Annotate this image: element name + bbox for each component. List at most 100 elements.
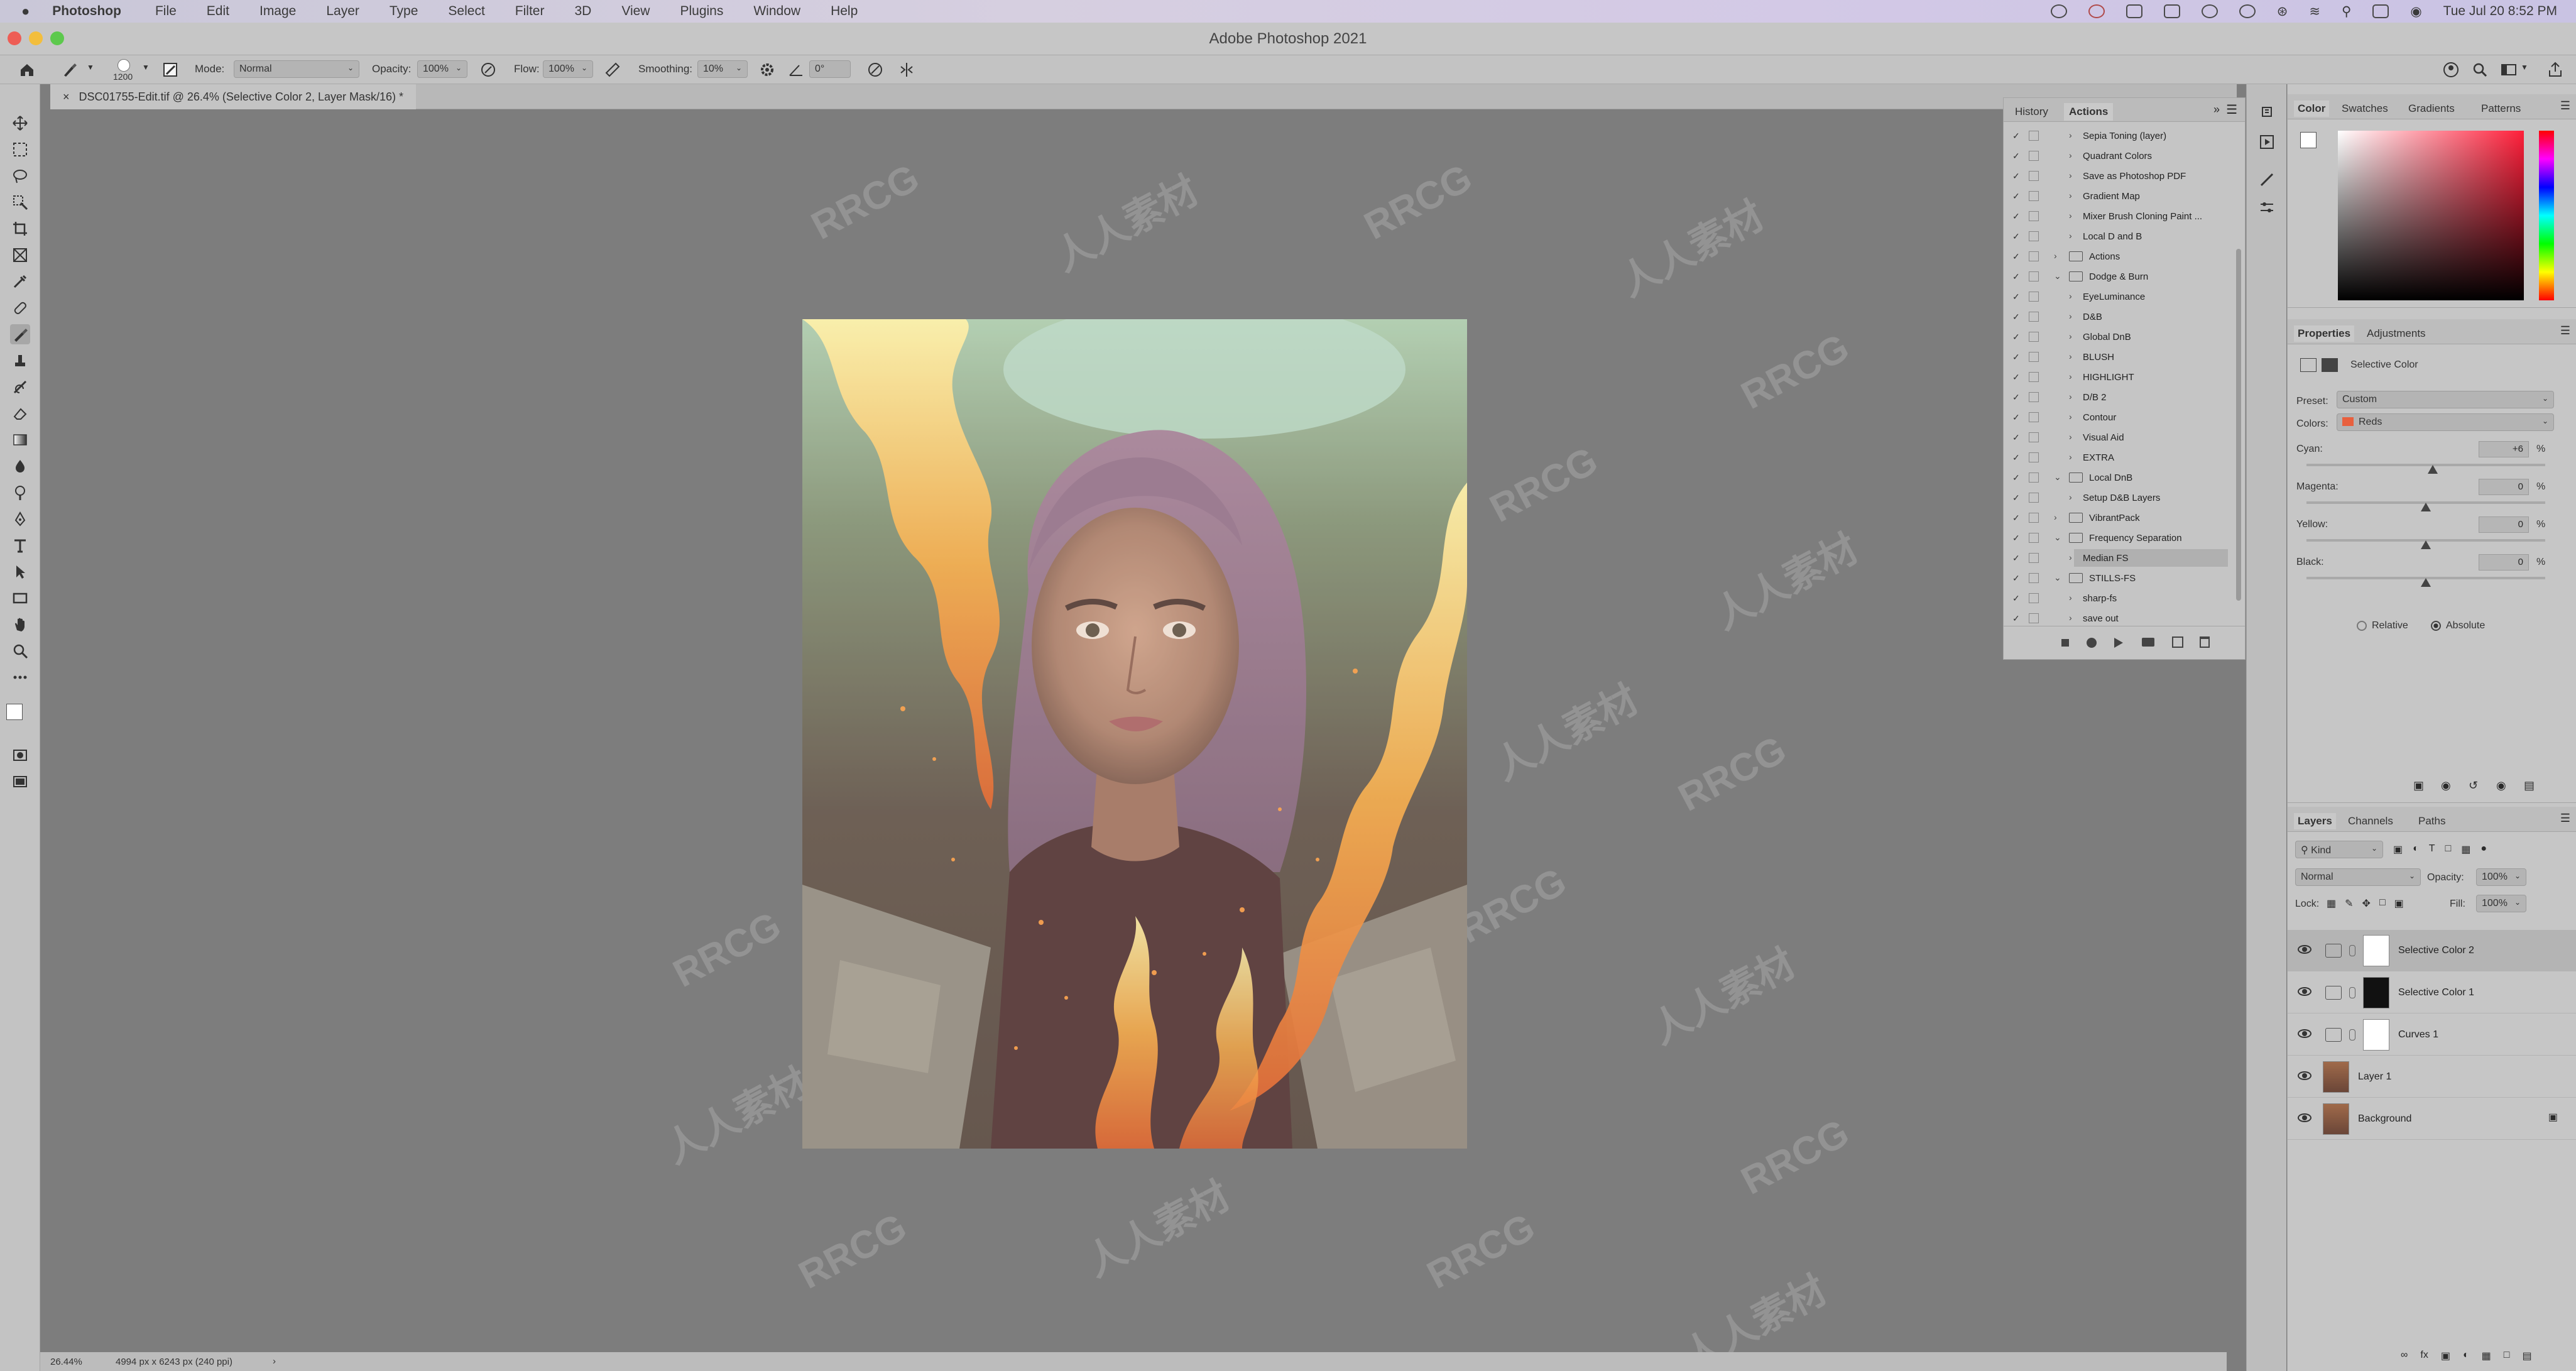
brush-tool-preset-icon[interactable] [60,60,79,79]
action-item[interactable]: ✓ › Quadrant Colors [2004,146,2230,166]
dialog-toggle-icon[interactable] [2029,231,2039,241]
workspace-icon[interactable] [2499,60,2518,79]
dialog-toggle-icon[interactable] [2029,151,2039,161]
checkmark-icon[interactable]: ✓ [2012,232,2021,241]
healing-brush-tool-icon[interactable] [10,298,30,318]
chevron-right-icon[interactable]: › [273,1356,276,1367]
action-item[interactable]: ✓ › Visual Aid [2004,427,2230,447]
action-item[interactable]: ✓ › Local D and B [2004,226,2230,246]
menu-plugins[interactable]: Plugins [680,4,723,19]
action-item[interactable]: ✓ › Save as Photoshop PDF [2004,166,2230,186]
symmetry-icon[interactable] [897,60,916,79]
menu-help[interactable]: Help [831,4,858,19]
tab-layers[interactable]: Layers [2294,813,2336,829]
dialog-toggle-icon[interactable] [2029,292,2039,302]
foreground-color[interactable] [6,704,23,720]
new-group-icon[interactable]: ▦ [2482,1350,2491,1366]
visibility-eye-icon[interactable] [2298,1071,2311,1080]
checkmark-icon[interactable]: ✓ [2012,252,2021,261]
menu-view[interactable]: View [621,4,650,19]
zoom-level[interactable]: 26.44% [50,1357,82,1367]
checkmark-icon[interactable]: ✓ [2012,393,2021,401]
play-icon[interactable] [2201,4,2218,18]
slider-track[interactable] [2306,464,2545,466]
action-item[interactable]: ✓ › Gradient Map [2004,186,2230,206]
action-item[interactable]: ✓ › Global DnB [2004,327,2230,347]
action-item[interactable]: ✓ › Contour [2004,407,2230,427]
close-tab-icon[interactable]: × [63,90,70,103]
action-item[interactable]: ✓ › Setup D&B Layers [2004,488,2230,508]
mode-dropdown[interactable]: Normal ⌄ [234,60,359,78]
chevron-down-icon[interactable]: ⌄ [2054,472,2061,483]
tab-gradients[interactable]: Gradients [2404,101,2459,117]
menu-3d[interactable]: 3D [574,4,591,19]
menu-layer[interactable]: Layer [326,4,359,19]
visibility-eye-icon[interactable] [2298,1113,2311,1122]
tab-color[interactable]: Color [2294,101,2330,117]
tab-swatches[interactable]: Swatches [2338,101,2392,117]
action-item[interactable]: ✓ › Mixer Brush Cloning Paint ... [2004,206,2230,226]
menu-type[interactable]: Type [390,4,418,19]
action-item[interactable]: ✓ › D&B [2004,307,2230,327]
colors-dropdown[interactable]: Reds ⌄ [2337,413,2554,431]
clock-icon[interactable] [2239,4,2256,18]
action-item[interactable]: ✓ › sharp-fs [2004,588,2230,608]
trash-icon[interactable] [2200,636,2210,648]
checkmark-icon[interactable]: ✓ [2012,574,2021,582]
chevron-right-icon[interactable]: › [2069,432,2072,442]
dialog-toggle-icon[interactable] [2029,171,2039,181]
dialog-toggle-icon[interactable] [2029,372,2039,382]
move-tool-icon[interactable] [10,113,30,133]
dialog-toggle-icon[interactable] [2029,553,2039,563]
new-layer-icon[interactable]: □ [2504,1350,2510,1366]
chevron-right-icon[interactable]: › [2069,452,2072,462]
marquee-tool-icon[interactable] [10,139,30,160]
visibility-eye-icon[interactable] [2298,987,2311,996]
share-icon[interactable] [2546,60,2565,79]
frame-tool-icon[interactable] [10,245,30,265]
chevron-right-icon[interactable]: › [2069,130,2072,140]
layer-thumbnail[interactable] [2323,1061,2349,1093]
layer-row[interactable]: Selective Color 2 [2288,930,2576,971]
tab-history[interactable]: History [2010,103,2053,121]
dialog-toggle-icon[interactable] [2029,533,2039,543]
checkmark-icon[interactable]: ✓ [2012,614,2021,623]
panel-menu-icon[interactable]: ☰ [2560,812,2570,825]
shape-filter-icon[interactable]: □ [2445,843,2452,858]
quick-mask-icon[interactable] [10,745,30,765]
action-set[interactable]: ✓ ⌄ Frequency Separation [2004,528,2230,548]
display-icon[interactable] [2163,4,2180,18]
action-set[interactable]: ✓ › VibrantPack [2004,508,2230,528]
type-tool-icon[interactable] [10,535,30,555]
view-previous-icon[interactable]: ◉ [2441,779,2451,792]
mask-icon[interactable] [2322,358,2338,372]
filter-toggle-icon[interactable]: ● [2480,843,2487,858]
checkmark-icon[interactable]: ✓ [2012,373,2021,381]
screen-icon[interactable] [2126,4,2142,18]
trash-icon[interactable]: ▤ [2524,779,2535,792]
layer-mask-thumbnail[interactable] [2363,1019,2389,1051]
dialog-toggle-icon[interactable] [2029,332,2039,342]
eraser-tool-icon[interactable] [10,403,30,423]
checkmark-icon[interactable]: ✓ [2012,453,2021,462]
more-tools-icon[interactable] [10,667,30,687]
action-item[interactable]: ✓ › EXTRA [2004,447,2230,467]
dodge-tool-icon[interactable] [10,483,30,503]
checkmark-icon[interactable]: ✓ [2012,192,2021,200]
brush-settings-panel-icon[interactable] [2257,170,2277,190]
menu-window[interactable]: Window [753,4,800,19]
chevron-right-icon[interactable]: › [2069,613,2072,623]
gear-icon[interactable] [758,60,777,79]
chevron-right-icon[interactable]: › [2069,291,2072,301]
dialog-toggle-icon[interactable] [2029,271,2039,281]
chevron-right-icon[interactable]: › [2069,311,2072,321]
link-icon[interactable] [2349,987,2355,998]
menu-clock[interactable]: Tue Jul 20 8:52 PM [2443,4,2557,19]
checkmark-icon[interactable]: ✓ [2012,312,2021,321]
checkmark-icon[interactable]: ✓ [2012,332,2021,341]
hue-slider[interactable] [2539,131,2554,300]
lock-all-icon[interactable]: ▣ [2394,897,2404,911]
checkmark-icon[interactable]: ✓ [2012,272,2021,281]
visibility-eye-icon[interactable] [2298,1029,2311,1038]
record-icon[interactable] [2050,4,2067,18]
